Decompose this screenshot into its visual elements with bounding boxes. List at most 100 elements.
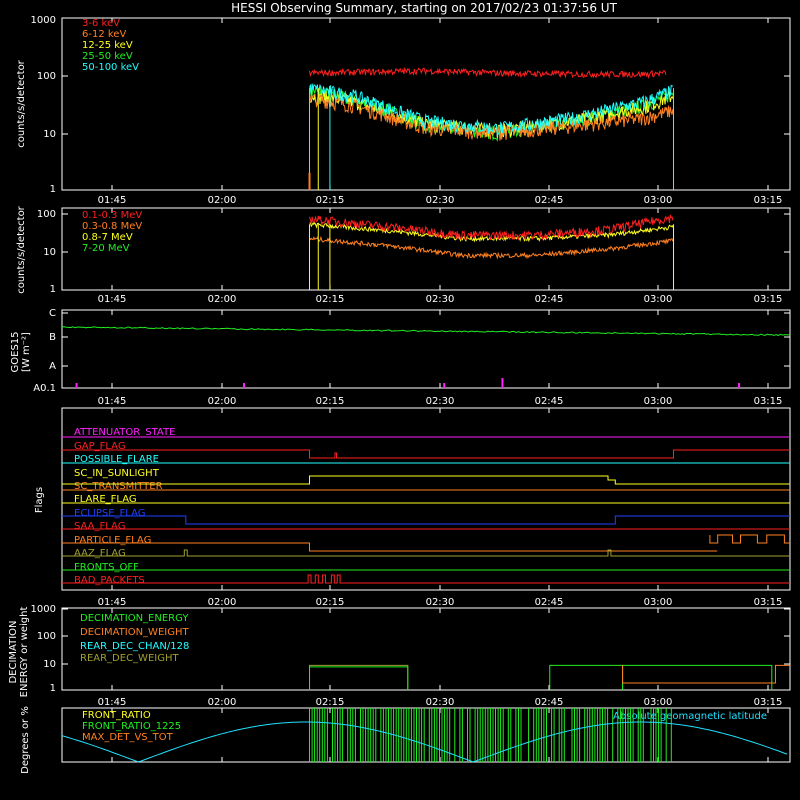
time-tick-label: 02:15 — [316, 294, 345, 305]
geo-legend: FRONT_RATIO FRONT_RATIO_1225 MAX_DET_VS_… — [82, 710, 181, 743]
decimation-weight-line — [622, 664, 790, 684]
decimation-ylabel: DECIMATION — [8, 620, 19, 683]
decimation-legend: DECIMATION_ENERGY DECIMATION_WEIGHT REAR… — [80, 613, 189, 664]
time-tick-label: 03:15 — [754, 697, 783, 708]
flag-label-sc-in-sunlight: SC_IN_SUNLIGHT — [74, 468, 160, 479]
gamma-frame — [61, 207, 791, 291]
ytick: 1000 — [31, 604, 56, 615]
goes-yticks: A0.1 A B C — [33, 308, 56, 394]
time-tick-label: 02:45 — [535, 597, 564, 608]
time-tick-label: 02:30 — [426, 396, 455, 407]
decimation-lines — [309, 664, 790, 690]
figure-title: HESSI Observing Summary, starting on 201… — [231, 1, 617, 15]
ytick: 10 — [43, 247, 56, 258]
legend-rear-dec-chan: REAR_DEC_CHAN/128 — [80, 641, 189, 652]
time-tick-label: 01:45 — [98, 597, 127, 608]
legend-decimation-weight: DECIMATION_WEIGHT — [80, 627, 189, 638]
goes-ylabel-unit: [W m⁻²] — [21, 332, 32, 372]
legend-front-ratio-1225: FRONT_RATIO_1225 — [82, 721, 181, 732]
decimation-ylabel2: ENERGY or weight — [19, 607, 30, 698]
legend-12-25kev: 12-25 keV — [82, 40, 133, 51]
time-tick-label: 03:00 — [644, 697, 673, 708]
time-tick-label: 02:00 — [208, 195, 237, 206]
time-tick-label: 02:45 — [535, 195, 564, 206]
ytick: 1000 — [31, 15, 56, 26]
ytick: 10 — [43, 129, 56, 140]
legend-25-50kev: 25-50 keV — [82, 51, 133, 62]
decimation-energy-seg — [309, 666, 409, 690]
flag-label-bad-packets: BAD_PACKETS — [74, 575, 145, 586]
ytick: 100 — [37, 209, 56, 220]
flag-line-particle-toggles — [709, 534, 790, 544]
flag-label-aaz-flag: AAZ_FLAG — [74, 548, 126, 559]
gamma-series — [309, 214, 674, 241]
time-tick-label: 03:00 — [644, 597, 673, 608]
gamma-yticks: 1 10 100 — [37, 209, 56, 295]
ytick: A — [49, 361, 56, 372]
flag-label-eclipse-flag: ECLIPSE_FLAG — [74, 508, 145, 519]
time-tick-label: 02:45 — [535, 396, 564, 407]
time-tick-label: 03:15 — [754, 294, 783, 305]
time-tick-label: 01:45 — [98, 195, 127, 206]
time-tick-label: 03:15 — [754, 597, 783, 608]
time-tick-label: 02:30 — [426, 294, 455, 305]
time-tick-label: 02:15 — [316, 697, 345, 708]
flag-label-fronts-off: FRONTS_OFF — [74, 562, 139, 573]
gamma-series — [309, 214, 675, 290]
summary-figure: HESSI Observing Summary, starting on 201… — [0, 0, 800, 800]
flag-line-eclipse — [62, 515, 790, 525]
time-tick-label: 02:30 — [426, 597, 455, 608]
gamma-ylabel: counts/s/detector — [16, 205, 27, 293]
goes-series — [61, 326, 790, 388]
goes-flux-line — [61, 326, 790, 336]
legend-0.1-0.3mev: 0.1-0.3 MeV — [82, 210, 142, 221]
legend-max-det-vs-tot: MAX_DET_VS_TOT — [82, 732, 174, 743]
time-tick-label: 02:45 — [535, 294, 564, 305]
legend-6-12kev: 6-12 keV — [82, 29, 126, 40]
ytick: 1 — [50, 284, 56, 295]
xray-legend: 3-6 keV 6-12 keV 12-25 keV 25-50 keV 50-… — [82, 18, 139, 73]
ytick: 10 — [43, 659, 56, 670]
xray-yticks: 1 10 100 1000 — [31, 15, 56, 195]
time-tick-label: 02:15 — [316, 396, 345, 407]
time-tick-label: 03:00 — [644, 195, 673, 206]
flag-label-attenuator-state: ATTENUATOR_STATE — [74, 427, 175, 438]
ytick: B — [49, 332, 56, 343]
xray-ylabel: counts/s/detector — [16, 59, 27, 147]
time-tick-label: 01:45 — [98, 697, 127, 708]
legend-front-ratio: FRONT_RATIO — [82, 710, 151, 721]
flag-labels: ATTENUATOR_STATE GAP_FLAG POSSIBLE_FLARE… — [74, 427, 175, 586]
ytick: 100 — [37, 71, 56, 82]
time-tick-label: 02:00 — [208, 396, 237, 407]
flag-line-bad-packets — [62, 574, 790, 584]
time-tick-label: 03:00 — [644, 294, 673, 305]
time-tick-label: 03:00 — [644, 396, 673, 407]
legend-3-6kev: 3-6 keV — [82, 18, 120, 29]
time-tick-label: 02:00 — [208, 697, 237, 708]
goes-ylabel: GOES15 — [10, 331, 21, 372]
time-tick-label: 03:15 — [754, 195, 783, 206]
goes-frame — [61, 309, 791, 389]
time-tick-label: 02:30 — [426, 697, 455, 708]
gamma-panel: counts/s/detector 0.1-0.3 MeV 0.3-0.8 Me… — [16, 205, 675, 295]
flags-panel: Flags ATTENUATOR_STATE GAP_FLAG POSSIBLE… — [34, 427, 790, 586]
geo-panel: Degrees or % FRONT_RATIO FRONT_RATIO_122… — [20, 706, 788, 774]
series-3-6-keV — [309, 66, 667, 79]
ytick: A0.1 — [33, 383, 56, 394]
legend-decimation-energy: DECIMATION_ENERGY — [80, 613, 189, 624]
time-tick-label: 02:00 — [208, 597, 237, 608]
time-axis-labels: 01:45 02:00 02:15 02:30 02:45 03:00 03:15 01:45… — [98, 195, 783, 708]
time-tick-label: 01:45 — [98, 294, 127, 305]
flags-ylabel: Flags — [34, 487, 45, 513]
legend-rear-dec-weight: REAR_DEC_WEIGHT — [80, 653, 179, 664]
decimation-energy-seg — [549, 664, 624, 690]
gamma-series — [309, 235, 674, 260]
ytick: 1 — [50, 184, 56, 195]
xray-frame — [61, 17, 791, 191]
goes-panel: GOES15 [W m⁻²] A0.1 A B C — [10, 308, 790, 394]
flag-line-gap — [62, 449, 790, 459]
legend-50-100kev: 50-100 keV — [82, 62, 139, 73]
time-tick-label: 02:30 — [426, 195, 455, 206]
legend-0.8-7mev: 0.8-7 MeV — [82, 232, 133, 243]
time-tick-label: 02:00 — [208, 294, 237, 305]
